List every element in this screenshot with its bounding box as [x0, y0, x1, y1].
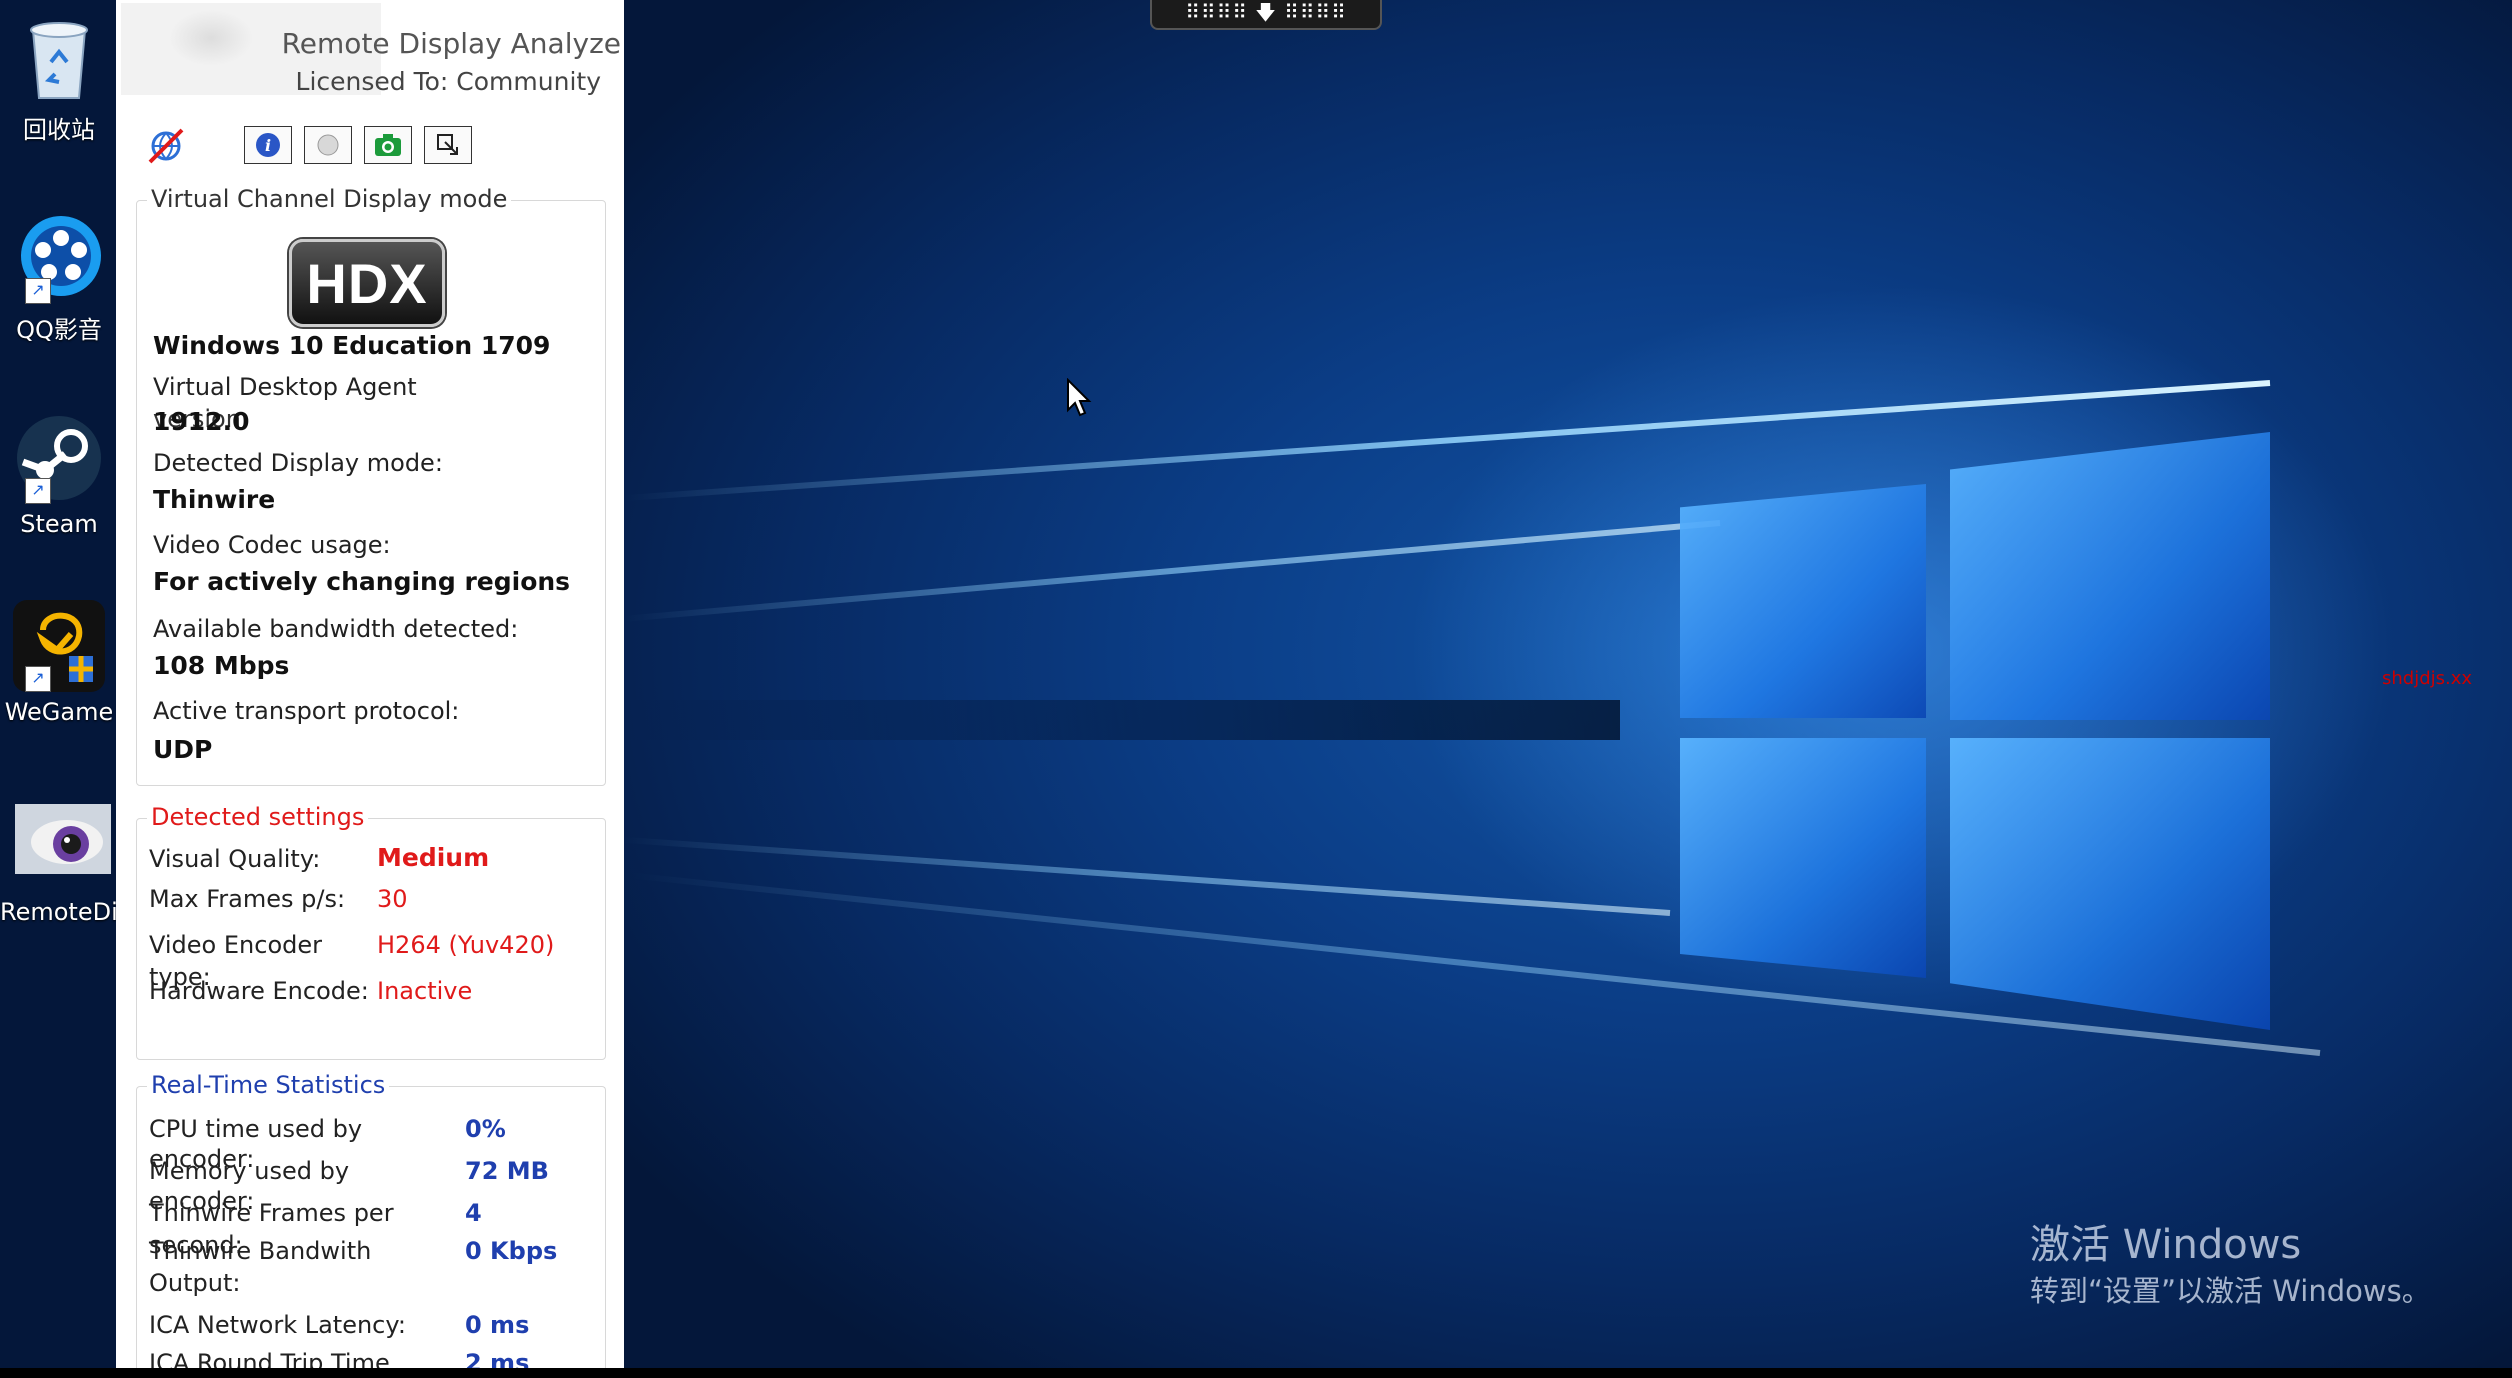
bottom-edge	[0, 1368, 2512, 1378]
recycle-bin-icon	[13, 12, 105, 104]
screenshot-button[interactable]	[364, 126, 412, 164]
shortcut-arrow-icon: ↗	[25, 666, 51, 692]
steam-icon: ↗	[13, 412, 105, 504]
desktop-icon-wegame[interactable]: ↗ WeGame	[0, 600, 118, 726]
codec-usage-label: Video Codec usage:	[153, 531, 391, 559]
video-encoder-label: Video Encoder	[149, 931, 322, 959]
transport-label: Active transport protocol:	[153, 697, 460, 725]
desktop-icon-recycle-bin[interactable]: 回收站	[0, 12, 118, 145]
thinwire-bandwidth-value: 0 Kbps	[465, 1237, 558, 1265]
display-mode-label: Detected Display mode:	[153, 449, 443, 477]
codec-usage-value: For actively changing regions	[153, 567, 571, 596]
vda-value: 1912.0	[153, 407, 250, 436]
red-text-mark: shdjdjs.xx	[2382, 668, 2473, 689]
vda-label: Virtual Desktop Agent	[153, 373, 417, 401]
remote-display-icon	[13, 800, 111, 892]
export-icon	[437, 134, 458, 155]
no-connection-icon[interactable]	[146, 126, 186, 166]
os-version: Windows 10 Education 1709	[153, 331, 551, 360]
license-text: Licensed To: Community	[295, 67, 601, 96]
wegame-icon: ↗	[13, 600, 105, 692]
panel-header: Remote Display Analyze Licensed To: Comm…	[121, 3, 621, 96]
display-mode-value: Thinwire	[153, 485, 276, 514]
shortcut-arrow-icon: ↗	[25, 478, 51, 504]
activation-hint: 转到“设置”以激活 Windows。	[2030, 1274, 2431, 1308]
qq-player-icon: ↗	[13, 212, 105, 304]
cpu-time-label: CPU time used by	[149, 1115, 363, 1143]
thinwire-bandwidth-label: Thinwire Bandwith	[149, 1237, 372, 1265]
desktop-icons: 回收站 ↗ QQ影音 ↗ Steam ↗ WeGame RemoteDi..	[0, 0, 133, 1378]
transport-value: UDP	[153, 735, 213, 764]
export-button[interactable]	[424, 126, 472, 164]
video-encoder-value: H264 (Yuv420)	[377, 931, 555, 959]
app-title: Remote Display Analyze	[281, 27, 621, 60]
mouse-cursor-icon	[1066, 377, 1092, 422]
desktop-icon-remote-display[interactable]: RemoteDi..	[0, 800, 133, 926]
visual-quality-label: Visual Quality:	[149, 845, 321, 873]
detected-settings-legend: Detected settings	[147, 803, 369, 831]
max-frames-value: 30	[377, 885, 408, 913]
cpu-time-value: 0%	[465, 1115, 506, 1143]
remote-session-toolbar[interactable]: ⠿⠿⠿⠿ 🡇 ⠿⠿⠿⠿	[1150, 0, 1382, 30]
bandwidth-value: 108 Mbps	[153, 651, 290, 680]
info-button[interactable]: i	[244, 126, 292, 164]
ica-latency-value: 0 ms	[465, 1311, 530, 1339]
info-icon: i	[256, 133, 280, 157]
ball-icon	[317, 134, 339, 156]
memory-value: 72 MB	[465, 1157, 549, 1185]
thinwire-bandwidth-label-2: Output:	[149, 1269, 241, 1297]
virtual-channel-group: Virtual Channel Display mode HDX Windows…	[136, 185, 606, 786]
max-frames-label: Max Frames p/s:	[149, 885, 346, 913]
hdx-logo: HDX	[289, 239, 445, 327]
realtime-stats-legend: Real-Time Statistics	[147, 1071, 390, 1099]
desktop-icon-qq-player[interactable]: ↗ QQ影音	[0, 212, 118, 345]
ica-latency-label: ICA Network Latency:	[149, 1311, 406, 1339]
hardware-encode-label: Hardware Encode:	[149, 977, 369, 1005]
desktop-icon-steam[interactable]: ↗ Steam	[0, 412, 118, 538]
virtual-channel-legend: Virtual Channel Display mode	[147, 185, 512, 213]
memory-label: Memory used by	[149, 1157, 350, 1185]
hardware-encode-value: Inactive	[377, 977, 473, 1005]
thinwire-fps-value: 4	[465, 1199, 482, 1227]
thinwire-fps-label: Thinwire Frames per	[149, 1199, 394, 1227]
bandwidth-label: Available bandwidth detected:	[153, 615, 519, 643]
camera-icon	[375, 134, 401, 156]
remote-display-analyzer-panel: Remote Display Analyze Licensed To: Comm…	[116, 0, 624, 1378]
detected-settings-group: Detected settings Visual Quality: Medium…	[136, 803, 606, 1060]
shortcut-arrow-icon: ↗	[25, 278, 51, 304]
visual-quality-value: Medium	[377, 843, 490, 872]
svg-text:i: i	[265, 136, 271, 155]
ball-button[interactable]	[304, 126, 352, 164]
realtime-stats-group: Real-Time Statistics CPU time used by en…	[136, 1071, 606, 1378]
activation-title: 激活 Windows	[2030, 1222, 2302, 1268]
